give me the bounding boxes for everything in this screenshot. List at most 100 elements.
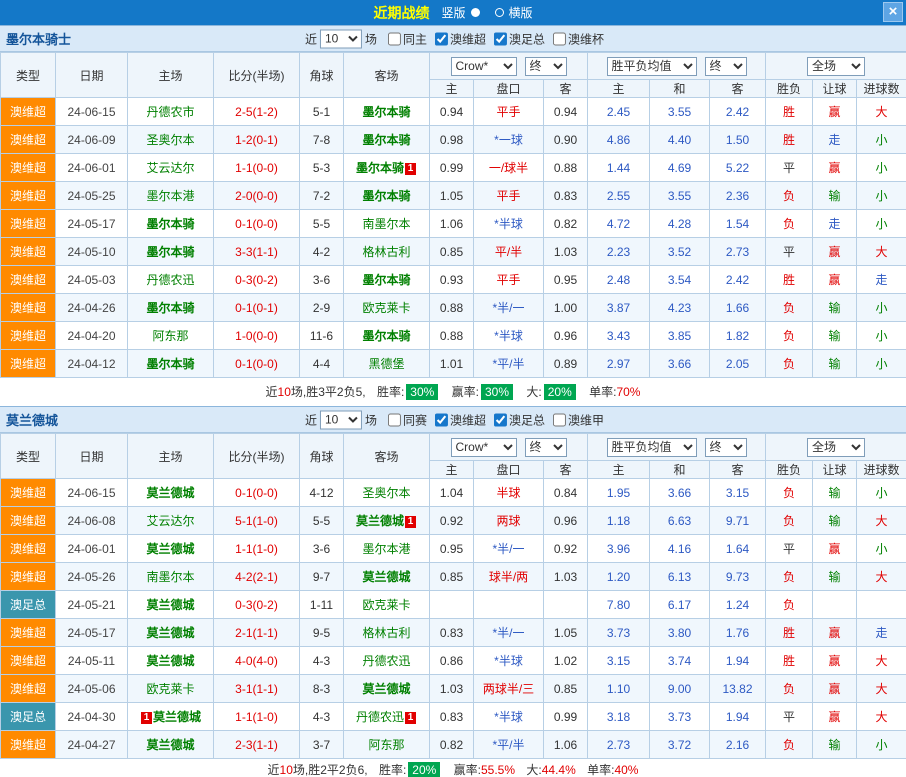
filter-checkbox[interactable]	[388, 413, 401, 426]
match-count-select[interactable]: 10	[320, 410, 362, 429]
away-team-link[interactable]: 南墨尔本	[362, 217, 410, 231]
handicap-final-select[interactable]: 终	[525, 438, 567, 457]
filter-label: 澳足总	[509, 411, 545, 428]
match-count-select[interactable]: 10	[320, 29, 362, 48]
handicap-home-odds-cell: 0.86	[430, 647, 474, 675]
home-team-link[interactable]: 圣奥尔本	[146, 133, 194, 147]
home-team-link[interactable]: 莫兰德城	[146, 626, 194, 640]
filter-checkbox[interactable]	[494, 413, 507, 426]
date-cell: 24-05-26	[56, 563, 128, 591]
filter-option[interactable]: 澳足总	[494, 411, 545, 428]
away-team-link[interactable]: 格林古利	[362, 245, 410, 259]
home-team-link[interactable]: 莫兰德城	[146, 486, 194, 500]
away-team-link[interactable]: 格林古利	[362, 626, 410, 640]
away-team-link[interactable]: 丹德农迅	[362, 654, 410, 668]
filter-option[interactable]: 澳维甲	[553, 411, 604, 428]
score-cell: 4-2(2-1)	[214, 563, 300, 591]
filter-checkbox[interactable]	[435, 32, 448, 45]
home-team-link[interactable]: 莫兰德城	[146, 598, 194, 612]
home-team-link[interactable]: 莫兰德城	[146, 738, 194, 752]
odds-win-cell: 2.97	[588, 350, 650, 378]
filter-checkbox[interactable]	[388, 32, 401, 45]
red-card-badge: 1	[405, 712, 416, 724]
filter-option[interactable]: 同主	[388, 30, 427, 47]
goals-cell: 小	[857, 154, 906, 182]
summary-record: 场,胜2平2负6,	[293, 763, 368, 777]
away-team-link[interactable]: 墨尔本骑	[362, 273, 410, 287]
away-team-link[interactable]: 墨尔本港	[362, 542, 410, 556]
filter-option[interactable]: 澳维杯	[553, 30, 604, 47]
filter-checkbox[interactable]	[494, 32, 507, 45]
home-team-link[interactable]: 阿东那	[152, 329, 188, 343]
home-team-link[interactable]: 欧克莱卡	[146, 682, 194, 696]
score-cell: 0-1(0-0)	[214, 479, 300, 507]
odds-draw-cell: 4.69	[650, 154, 710, 182]
away-team-link[interactable]: 丹德农迅	[356, 710, 404, 724]
horizontal-layout-label[interactable]: 横版	[509, 4, 533, 21]
away-team-link[interactable]: 墨尔本骑	[356, 161, 404, 175]
home-team-link[interactable]: 丹德农市	[146, 105, 194, 119]
score-cell: 1-1(1-0)	[214, 703, 300, 731]
odds-type-select[interactable]: 胜平负均值	[607, 438, 697, 457]
home-team-link[interactable]: 艾云达尔	[146, 161, 194, 175]
home-team-link[interactable]: 艾云达尔	[146, 514, 194, 528]
close-icon[interactable]: ×	[883, 2, 903, 22]
filter-checkbox[interactable]	[553, 413, 566, 426]
home-team-link[interactable]: 莫兰德城	[153, 710, 201, 724]
scope-select[interactable]: 全场	[807, 57, 865, 76]
odds-draw-cell: 3.66	[650, 350, 710, 378]
away-team-link[interactable]: 莫兰德城	[362, 682, 410, 696]
match-rows: 澳维超 24-06-15 丹德农市 2-5(1-2) 5-1 墨尔本骑 0.94…	[1, 98, 906, 378]
filter-checkbox[interactable]	[435, 413, 448, 426]
filter-option[interactable]: 澳维超	[435, 411, 486, 428]
odds-lose-cell: 2.73	[710, 238, 766, 266]
away-team-link[interactable]: 黑德堡	[368, 357, 404, 371]
col-odds-win: 主	[588, 461, 650, 479]
vertical-layout-radio[interactable]	[471, 8, 480, 17]
odds-lose-cell: 1.24	[710, 591, 766, 619]
filter-option[interactable]: 澳足总	[494, 30, 545, 47]
away-team-link[interactable]: 圣奥尔本	[362, 486, 410, 500]
home-team-link[interactable]: 丹德农迅	[146, 273, 194, 287]
home-team-link[interactable]: 南墨尔本	[146, 570, 194, 584]
bookmaker-select[interactable]: Crow*	[451, 57, 517, 76]
away-team-link[interactable]: 阿东那	[368, 738, 404, 752]
away-team-link[interactable]: 莫兰德城	[356, 514, 404, 528]
handicap-cell: 平手	[474, 182, 544, 210]
away-team-link[interactable]: 墨尔本骑	[362, 133, 410, 147]
home-team-cell: 欧克莱卡	[128, 675, 214, 703]
result-cell: 平	[766, 154, 813, 182]
home-team-cell: 莫兰德城	[128, 535, 214, 563]
home-team-link[interactable]: 墨尔本骑	[146, 217, 194, 231]
corner-cell: 7-8	[300, 126, 344, 154]
result-cell: 负	[766, 591, 813, 619]
vertical-layout-label[interactable]: 竖版	[441, 4, 465, 21]
window-title: 近期战绩	[373, 3, 429, 23]
away-team-link[interactable]: 欧克莱卡	[362, 301, 410, 315]
home-team-link[interactable]: 墨尔本骑	[146, 301, 194, 315]
league-cell: 澳足总	[1, 591, 56, 619]
home-team-link[interactable]: 墨尔本骑	[146, 245, 194, 259]
match-row: 澳维超 24-05-11 莫兰德城 4-0(4-0) 4-3 丹德农迅 0.86…	[1, 647, 906, 675]
handicap-final-select[interactable]: 终	[525, 57, 567, 76]
home-team-link[interactable]: 莫兰德城	[146, 542, 194, 556]
match-row: 澳维超 24-04-20 阿东那 1-0(0-0) 11-6 墨尔本骑 0.88…	[1, 322, 906, 350]
away-team-link[interactable]: 墨尔本骑	[362, 105, 410, 119]
scope-select[interactable]: 全场	[807, 438, 865, 457]
home-team-link[interactable]: 墨尔本港	[146, 189, 194, 203]
home-team-link[interactable]: 墨尔本骑	[146, 357, 194, 371]
filter-checkbox[interactable]	[553, 32, 566, 45]
bookmaker-select[interactable]: Crow*	[451, 438, 517, 457]
away-team-link[interactable]: 墨尔本骑	[362, 189, 410, 203]
col-corner: 角球	[300, 53, 344, 98]
filter-option[interactable]: 澳维超	[435, 30, 486, 47]
filter-option[interactable]: 同赛	[388, 411, 427, 428]
away-team-link[interactable]: 莫兰德城	[362, 570, 410, 584]
home-team-link[interactable]: 莫兰德城	[146, 654, 194, 668]
odds-type-select[interactable]: 胜平负均值	[607, 57, 697, 76]
away-team-link[interactable]: 墨尔本骑	[362, 329, 410, 343]
horizontal-layout-radio[interactable]	[495, 8, 504, 17]
odds-final-select[interactable]: 终	[705, 438, 747, 457]
away-team-link[interactable]: 欧克莱卡	[362, 598, 410, 612]
odds-final-select[interactable]: 终	[705, 57, 747, 76]
